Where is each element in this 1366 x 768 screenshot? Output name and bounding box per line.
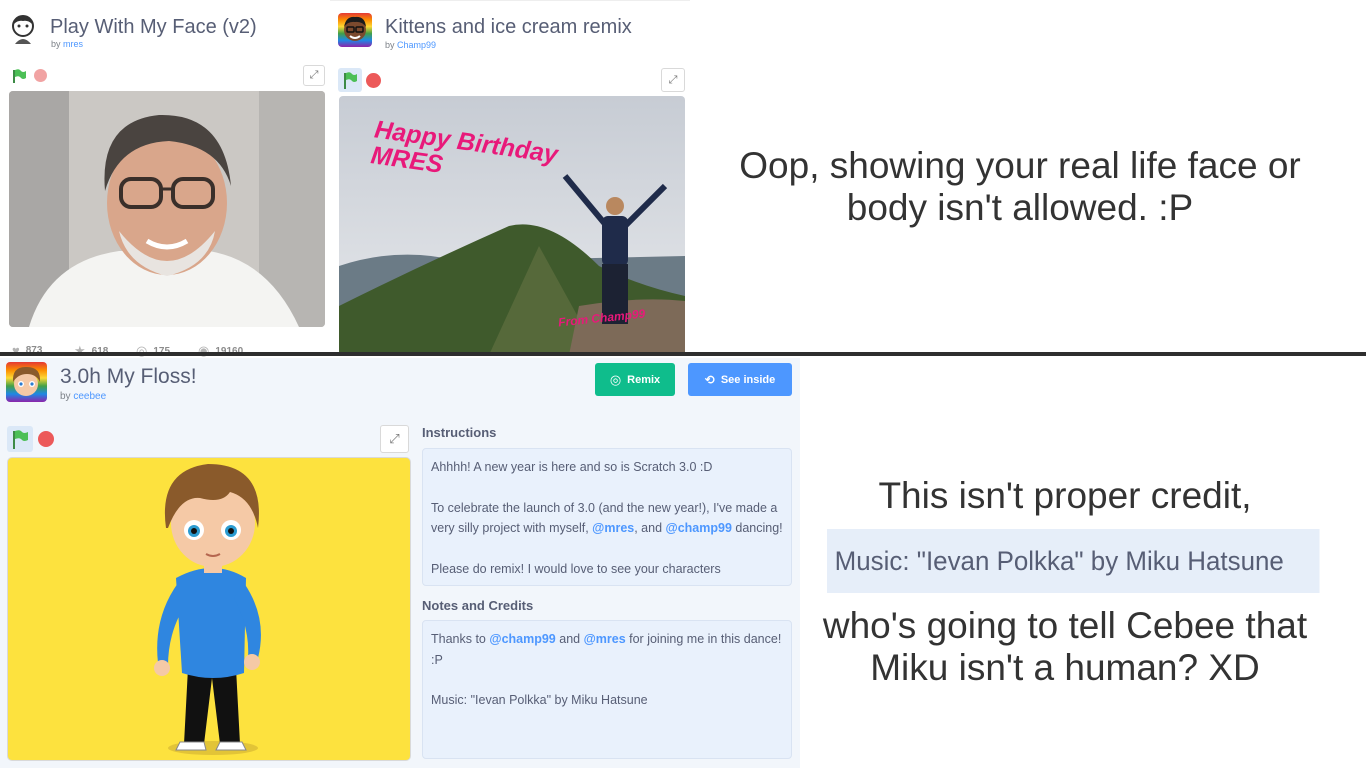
stop-icon[interactable]: [366, 73, 381, 88]
highlighted-credit: Music: "Ievan Polkka" by Miku Hatsune: [827, 529, 1320, 593]
main-project: 3.0h My Floss! by ceebee ◎ Remix ⟲ See ins…: [0, 358, 800, 768]
mention-link[interactable]: @mres: [584, 632, 626, 646]
view-count: ◉ 19160: [198, 343, 244, 358]
mention-link[interactable]: @mres: [592, 521, 634, 535]
top-left-project: Play With My Face (v2) by mres ⤢ ♥ 873 ★ 6…: [0, 0, 330, 359]
divider: [0, 352, 1366, 356]
project-byline: by Champ99: [385, 40, 437, 50]
fullscreen-icon[interactable]: ⤢: [303, 65, 325, 86]
author-avatar[interactable]: [8, 14, 38, 46]
fullscreen-icon[interactable]: ⤢: [661, 68, 685, 92]
eye-icon: ◉: [198, 343, 210, 358]
project-byline: by mres: [51, 39, 84, 49]
star-icon[interactable]: ★: [74, 343, 86, 359]
mention-link[interactable]: @champ99: [489, 632, 555, 646]
stop-icon[interactable]: [34, 69, 47, 82]
project-stage[interactable]: [7, 457, 411, 761]
project-title[interactable]: Kittens and ice cream remix: [385, 16, 632, 39]
author-link[interactable]: Champ99: [397, 40, 436, 50]
author-avatar[interactable]: [338, 13, 372, 47]
author-avatar[interactable]: [6, 362, 47, 402]
instructions-title: Instructions: [422, 425, 497, 440]
author-link[interactable]: mres: [63, 39, 83, 49]
remix-count: ◎ 175: [136, 343, 171, 358]
green-flag-icon[interactable]: [7, 426, 33, 452]
project-stage[interactable]: [9, 91, 325, 327]
mention-link[interactable]: @champ99: [666, 521, 732, 535]
see-inside-icon: ⟲: [704, 372, 715, 387]
project-title: 3.0h My Floss!: [60, 365, 197, 388]
favorite-count: ★ 618: [74, 343, 109, 359]
top-right-project: Kittens and ice cream remix by Champ99 ⤢: [330, 0, 690, 357]
remix-button[interactable]: ◎ Remix: [595, 363, 675, 396]
stop-icon[interactable]: [38, 431, 54, 447]
notes-title: Notes and Credits: [422, 598, 534, 613]
remix-icon: ◎: [136, 343, 148, 358]
caption-top: Oop, showing your real life face or body…: [739, 145, 1301, 228]
caption-bottom-2: who's going to tell Cebee that Miku isn'…: [822, 605, 1308, 688]
project-byline: by ceebee: [60, 391, 107, 402]
remix-icon: ◎: [609, 371, 622, 387]
instructions-box: Ahhhh! A new year is here and so is Scra…: [422, 448, 792, 586]
see-inside-button[interactable]: ⟲ See inside: [688, 363, 792, 396]
caption-bottom-1: This isn't proper credit,: [878, 475, 1252, 516]
green-flag-icon[interactable]: [338, 68, 362, 92]
notes-box: Thanks to @champ99 and @mres for joining…: [422, 620, 792, 759]
author-link[interactable]: ceebee: [73, 391, 106, 402]
fullscreen-icon[interactable]: ⤢: [380, 425, 409, 453]
green-flag-icon[interactable]: [11, 68, 27, 89]
project-title[interactable]: Play With My Face (v2): [50, 16, 257, 39]
